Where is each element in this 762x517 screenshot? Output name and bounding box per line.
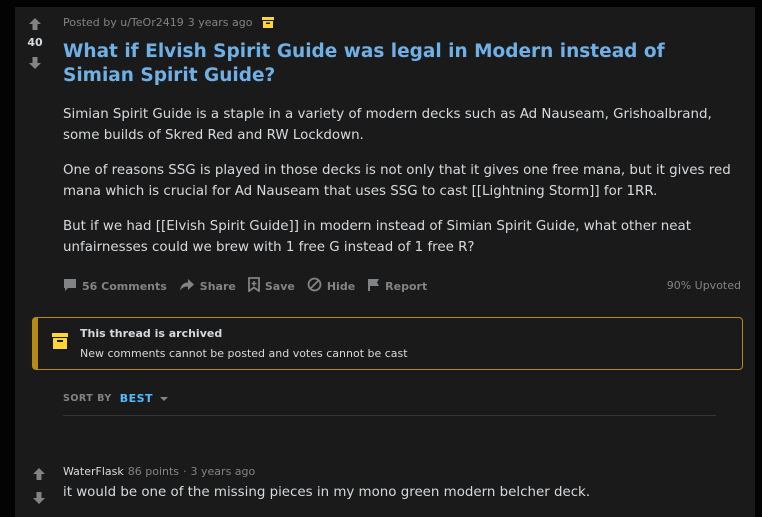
archive-icon	[262, 17, 275, 28]
hide-button[interactable]: Hide	[307, 277, 355, 295]
sort-value: BEST	[119, 392, 154, 405]
comments-button[interactable]: 56 Comments	[63, 278, 167, 295]
post-body: Simian Spirit Guide is a staple in a var…	[63, 104, 741, 272]
report-label: Report	[385, 279, 428, 293]
archived-notice: This thread is archived New comments can…	[32, 317, 743, 370]
save-button[interactable]: Save	[247, 277, 295, 295]
comment-age[interactable]: 3 years ago	[191, 465, 256, 478]
sort-label: SORT BY	[63, 393, 112, 404]
share-icon	[179, 278, 195, 295]
chevron-down-icon	[159, 392, 169, 405]
comment-meta: WaterFlask 86 points · 3 years ago	[63, 465, 255, 478]
post-age[interactable]: 3 years ago	[188, 16, 253, 29]
comments-label: 56 Comments	[82, 279, 167, 293]
report-button[interactable]: Report	[367, 278, 427, 295]
report-icon	[367, 278, 380, 295]
sort-control: SORT BY BEST	[63, 392, 169, 405]
comment-author[interactable]: WaterFlask	[63, 465, 124, 478]
meta-separator: ·	[183, 465, 187, 478]
post-paragraph: But if we had [[Elvish Spirit Guide]] in…	[63, 219, 691, 255]
hide-label: Hide	[326, 279, 356, 293]
post-vote-column: 40	[15, 14, 55, 73]
archive-box-icon	[52, 333, 68, 353]
comment-vote-column	[29, 464, 49, 508]
archived-message: New comments cannot be posted and votes …	[80, 347, 408, 360]
upvote-icon[interactable]	[29, 464, 49, 484]
upvote-icon[interactable]	[25, 14, 45, 34]
hide-icon	[307, 277, 322, 295]
save-icon	[247, 277, 260, 295]
archived-title: This thread is archived	[80, 327, 223, 340]
divider	[63, 415, 716, 416]
downvote-icon[interactable]	[29, 488, 49, 508]
comment-text: it would be one of the missing pieces in…	[63, 485, 591, 500]
share-label: Share	[199, 279, 236, 293]
post-paragraph: One of reasons SSG is played in those de…	[63, 163, 731, 199]
downvote-icon[interactable]	[25, 53, 45, 73]
comment-points: 86 points	[127, 465, 180, 478]
posted-by[interactable]: Posted by u/TeOr2419	[63, 16, 184, 29]
comment-icon	[63, 278, 77, 295]
sort-dropdown[interactable]: BEST	[120, 392, 169, 405]
save-label: Save	[264, 279, 295, 293]
post-actions: 56 Comments Share Save Hide Report 90% U…	[63, 276, 743, 296]
post-title[interactable]: What if Elvish Spirit Guide was legal in…	[63, 40, 733, 88]
share-button[interactable]: Share	[179, 278, 236, 295]
post-score: 40	[27, 36, 43, 49]
post-meta: Posted by u/TeOr2419 3 years ago	[63, 16, 275, 29]
upvoted-percent: 90% Upvoted	[666, 279, 741, 292]
post-paragraph: Simian Spirit Guide is a staple in a var…	[63, 107, 712, 143]
